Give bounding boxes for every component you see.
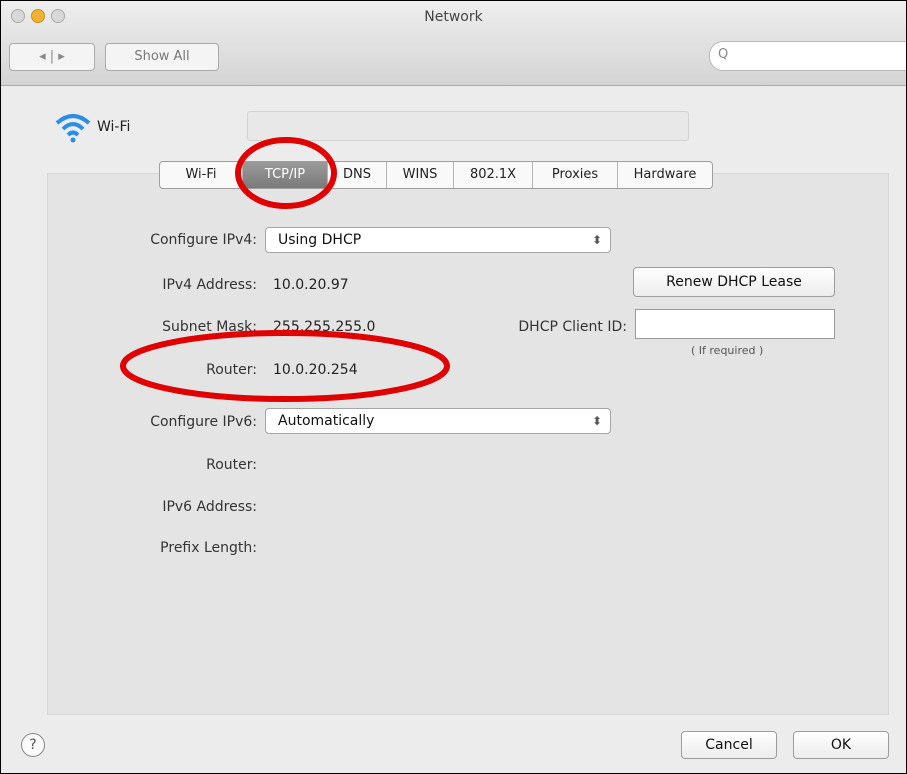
service-name: Wi-Fi (97, 119, 131, 135)
configure-ipv4-label: Configure IPv4: (150, 232, 257, 248)
network-preferences-window: Network ◂ | ▸ Show All Q Wi-Fi Wi-Fi TCP… (0, 0, 907, 774)
background-network-panel (47, 173, 889, 715)
tab-wins[interactable]: WINS (387, 162, 454, 188)
dhcp-client-id-label: DHCP Client ID: (518, 319, 627, 335)
subnet-mask-value: 255.255.255.0 (273, 319, 376, 335)
updown-arrows-icon: ⬍ (591, 414, 602, 428)
tab-wifi[interactable]: Wi-Fi (160, 162, 243, 188)
dhcp-client-id-hint: ( If required ) (691, 344, 764, 357)
background-location-bar (247, 111, 689, 141)
title-bar: Network ◂ | ▸ Show All Q (1, 1, 906, 86)
updown-arrows-icon: ⬍ (591, 233, 602, 247)
ok-button[interactable]: OK (793, 731, 889, 759)
window-title: Network (424, 9, 483, 25)
configure-ipv4-select[interactable]: Using DHCP ⬍ (265, 227, 611, 253)
tab-dns[interactable]: DNS (328, 162, 387, 188)
ipv6-address-label: IPv6 Address: (162, 499, 257, 515)
configure-ipv6-label: Configure IPv6: (150, 414, 257, 430)
renew-dhcp-lease-button[interactable]: Renew DHCP Lease (633, 267, 835, 297)
back-forward-buttons[interactable]: ◂ | ▸ (9, 43, 95, 71)
tab-bar: Wi-Fi TCP/IP DNS WINS 802.1X Proxies Har… (159, 161, 713, 189)
subnet-mask-label: Subnet Mask: (162, 319, 257, 335)
help-icon[interactable]: ? (21, 733, 45, 757)
configure-ipv6-select[interactable]: Automatically ⬍ (265, 408, 611, 434)
search-field[interactable]: Q (709, 41, 906, 71)
tab-proxies[interactable]: Proxies (533, 162, 618, 188)
tab-8021x[interactable]: 802.1X (454, 162, 533, 188)
ipv6-router-label: Router: (206, 457, 257, 473)
prefix-length-label: Prefix Length: (160, 540, 257, 556)
ipv4-address-label: IPv4 Address: (162, 277, 257, 293)
tab-hardware[interactable]: Hardware (618, 162, 712, 188)
configure-ipv6-value: Automatically (278, 413, 375, 429)
ipv4-address-value: 10.0.20.97 (273, 277, 349, 293)
dhcp-client-id-field[interactable] (635, 309, 835, 339)
ipv4-router-label: Router: (206, 362, 257, 378)
configure-ipv4-value: Using DHCP (278, 232, 362, 248)
ipv4-router-value: 10.0.20.254 (273, 362, 358, 378)
cancel-button[interactable]: Cancel (681, 731, 777, 759)
wifi-icon (55, 111, 91, 147)
tab-tcpip[interactable]: TCP/IP (243, 162, 328, 188)
show-all-button[interactable]: Show All (105, 43, 219, 71)
search-icon: Q (718, 47, 729, 62)
